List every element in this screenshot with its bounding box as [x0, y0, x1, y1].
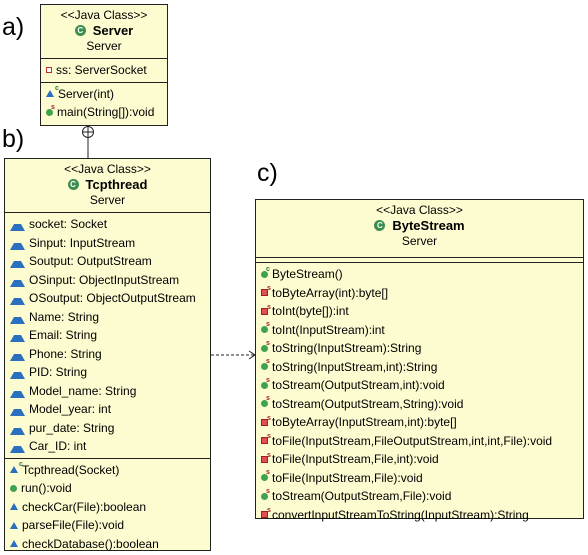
class-header: <<Java Class>> C ByteStream Server: [256, 200, 583, 258]
public-static-method-icon: s: [46, 104, 55, 116]
attribute-row: Sinput: InputStream: [5, 234, 210, 253]
methods-section: c Tcpthread(Socket) run():void checkCar(F…: [5, 459, 210, 555]
package-method-icon: [10, 540, 18, 548]
package-name: Server: [401, 234, 438, 248]
constructor-icon: c: [10, 461, 23, 474]
private-static-method-icon: s: [261, 304, 271, 315]
class-header: <<Java Class>> C Tcpthread Server: [5, 159, 210, 213]
attribute-row: Car_ID: int: [5, 437, 210, 456]
package-name: Server: [89, 193, 126, 207]
attribute-row: Model_name: String: [5, 382, 210, 401]
method-row: s convertInputStreamToString(InputStream)…: [256, 506, 583, 525]
attributes-section: socket: Socket Sinput: InputStream Soutp…: [5, 213, 210, 459]
class-name: Tcpthread: [85, 177, 148, 192]
attribute-row: Soutput: OutputStream: [5, 252, 210, 271]
method-row: s main(String[]):void: [41, 103, 167, 122]
method-row: parseFile(File):void: [5, 516, 210, 535]
package-field-icon: [10, 365, 25, 380]
method-row: s toInt(InputStream):int: [256, 321, 583, 340]
constructor-icon: c: [261, 266, 270, 278]
public-static-method-icon: s: [261, 321, 270, 334]
class-name: Server: [92, 23, 134, 38]
class-header: <<Java Class>> C Server Server: [41, 5, 167, 59]
public-static-method-icon: s: [261, 358, 270, 371]
method-row: s toStream(OutputStream,int):void: [256, 376, 583, 395]
package-field-icon: [10, 384, 25, 398]
attributes-section: ss: ServerSocket: [41, 59, 167, 83]
attribute-row: Phone: String: [5, 345, 210, 364]
method-row: s toByteArray(InputStream,int):byte[]: [256, 413, 583, 432]
public-static-method-icon: s: [261, 377, 270, 389]
methods-section: c Server(int) s main(String[]):void: [41, 83, 167, 124]
package-field-icon: [10, 291, 25, 306]
package-field-icon: [10, 217, 25, 232]
stereotype: <<Java Class>>: [60, 8, 148, 22]
private-field-icon: [46, 67, 52, 74]
package-field-icon: [10, 328, 25, 343]
constructor-icon: c: [46, 85, 59, 98]
methods-section: c ByteStream() s toByteArray(int):byte[] s…: [256, 263, 583, 526]
method-row: c ByteStream(): [256, 265, 583, 284]
class-icon: C: [74, 25, 86, 36]
stereotype: <<Java Class>>: [376, 203, 463, 217]
method-row: s toString(InputStream):String: [256, 339, 583, 358]
package-field-icon: [10, 236, 25, 250]
public-method-icon: [10, 484, 17, 492]
private-static-method-icon: s: [261, 415, 271, 426]
method-row: s toStream(OutputStream,File):void: [256, 487, 583, 506]
class-icon: C: [67, 179, 79, 190]
method-row: c Server(int): [41, 85, 167, 104]
package-field-icon: [10, 310, 25, 324]
method-row: s toString(InputStream,int):String: [256, 358, 583, 377]
method-row: s toStream(OutputStream,String):void: [256, 395, 583, 414]
private-static-method-icon: s: [261, 433, 271, 445]
attribute-row: PID: String: [5, 363, 210, 382]
method-row: run():void: [5, 479, 210, 498]
package-name: Server: [86, 39, 122, 53]
method-row: checkCar(File):boolean: [5, 498, 210, 517]
package-field-icon: [10, 439, 25, 454]
attribute-row: socket: Socket: [5, 215, 210, 234]
attribute-row: pur_date: String: [5, 419, 210, 438]
private-static-method-icon: s: [261, 507, 271, 519]
private-static-method-icon: s: [261, 452, 271, 463]
package-field-icon: [10, 421, 25, 435]
package-method-icon: [10, 521, 18, 529]
method-row: s toFile(InputStream,FileOutputStream,int…: [256, 432, 583, 451]
attribute-row: ss: ServerSocket: [41, 61, 167, 80]
private-static-method-icon: s: [261, 285, 271, 297]
method-row: s toInt(byte[]):int: [256, 302, 583, 321]
public-static-method-icon: s: [261, 340, 270, 352]
package-field-icon: [10, 347, 25, 361]
package-field-icon: [10, 273, 25, 287]
attribute-row: OSinput: ObjectInputStream: [5, 271, 210, 290]
method-row: s toFile(InputStream,File,int):void: [256, 450, 583, 469]
class-server[interactable]: <<Java Class>> C Server Server ss: Server…: [40, 4, 168, 126]
public-static-method-icon: s: [261, 488, 270, 500]
class-name: ByteStream: [392, 218, 465, 233]
public-static-method-icon: s: [261, 395, 270, 408]
attribute-row: Model_year: int: [5, 400, 210, 419]
method-row: c Tcpthread(Socket): [5, 461, 210, 480]
package-field-icon: [10, 254, 25, 269]
method-row: s toFile(InputStream,File):void: [256, 469, 583, 488]
package-field-icon: [10, 402, 25, 417]
class-bytestream[interactable]: <<Java Class>> C ByteStream Server c ByteS…: [255, 199, 584, 522]
attribute-row: Name: String: [5, 308, 210, 327]
stereotype: <<Java Class>>: [64, 162, 151, 176]
method-row: checkDatabase():boolean: [5, 535, 210, 554]
attribute-row: Email: String: [5, 326, 210, 345]
attribute-row: OSoutput: ObjectOutputStream: [5, 289, 210, 308]
class-tcpthread[interactable]: <<Java Class>> C Tcpthread Server socket:…: [4, 158, 211, 551]
method-row: s toByteArray(int):byte[]: [256, 284, 583, 303]
package-method-icon: [10, 503, 18, 511]
class-icon: C: [374, 220, 386, 231]
public-static-method-icon: s: [261, 469, 270, 482]
